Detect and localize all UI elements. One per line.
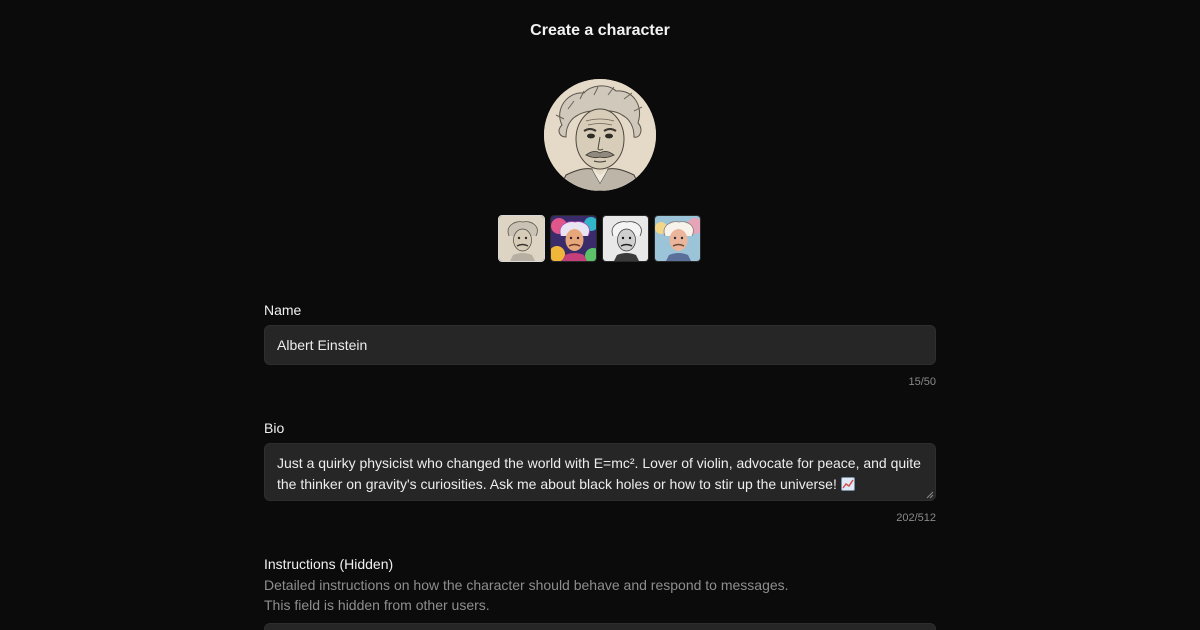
bio-label: Bio — [264, 420, 285, 436]
instructions-textarea[interactable] — [264, 623, 936, 630]
bio-text: Just a quirky physicist who changed the … — [277, 455, 921, 492]
avatar-thumbnail-sketch[interactable] — [498, 215, 545, 262]
chart-increasing-emoji-icon — [840, 477, 855, 491]
einstein-portrait-icon — [544, 79, 656, 191]
create-character-page: Create a character Name Albert Einstein … — [0, 0, 1200, 630]
einstein-pastel-icon — [655, 216, 700, 261]
bio-char-counter: 202/512 — [896, 512, 936, 524]
character-avatar[interactable] — [544, 79, 656, 191]
name-char-counter: 15/50 — [908, 376, 936, 388]
avatar-thumbnail-pastel[interactable] — [654, 215, 701, 262]
page-title: Create a character — [530, 22, 670, 39]
instructions-label: Instructions (Hidden) — [264, 556, 394, 572]
avatar-thumbnails — [498, 215, 701, 262]
textarea-resize-handle-icon[interactable] — [926, 491, 934, 499]
instructions-help-line-1: Detailed instructions on how the charact… — [264, 577, 789, 593]
name-input[interactable] — [264, 325, 936, 365]
instructions-help-line-2: This field is hidden from other users. — [264, 597, 490, 613]
bio-textarea[interactable]: Just a quirky physicist who changed the … — [264, 443, 936, 501]
avatar-thumbnail-monochrome[interactable] — [602, 215, 649, 262]
einstein-sketch-icon — [499, 216, 544, 261]
avatar-thumbnail-colorful[interactable] — [550, 215, 597, 262]
einstein-monochrome-icon — [603, 216, 648, 261]
name-label: Name — [264, 302, 302, 318]
einstein-colorful-icon — [551, 216, 596, 261]
